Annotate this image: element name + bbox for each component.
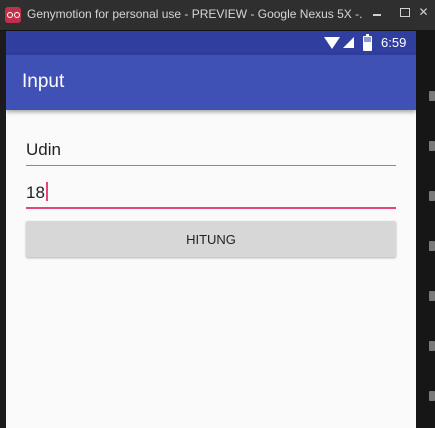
- toolbar-icon[interactable]: [429, 191, 435, 201]
- minimize-button[interactable]: [366, 1, 388, 23]
- close-button[interactable]: ✕: [412, 1, 435, 23]
- status-time: 6:59: [381, 35, 407, 50]
- emulator-side-toolbar: [416, 31, 435, 428]
- age-field-value: 18: [26, 183, 45, 202]
- genymotion-icon: [5, 7, 21, 23]
- device-screen: 6:59 Input Udin 18 HITUNG: [6, 31, 416, 428]
- maximize-icon: [400, 7, 410, 17]
- status-bar: 6:59: [6, 31, 416, 55]
- hitung-button-label: HITUNG: [186, 231, 236, 247]
- toolbar-icon[interactable]: [429, 91, 435, 101]
- wifi-icon: [324, 37, 340, 49]
- window-title: Genymotion for personal use - PREVIEW - …: [27, 7, 362, 21]
- window-title-bar: Genymotion for personal use - PREVIEW - …: [0, 0, 435, 31]
- hitung-button[interactable]: HITUNG: [26, 221, 396, 257]
- signal-icon: [343, 37, 354, 48]
- minimize-icon: [373, 13, 381, 16]
- age-field-value-wrap: 18: [26, 182, 48, 203]
- toolbar-icon[interactable]: [429, 391, 435, 401]
- app-bar: Input: [6, 55, 416, 110]
- page-title: Input: [22, 71, 65, 92]
- text-cursor: [45, 182, 48, 201]
- name-field[interactable]: Udin: [26, 137, 396, 166]
- toolbar-icon[interactable]: [429, 141, 435, 151]
- battery-icon: [363, 34, 372, 51]
- close-icon: ✕: [418, 5, 429, 19]
- toolbar-icon[interactable]: [429, 341, 435, 351]
- age-field[interactable]: 18: [26, 179, 396, 209]
- toolbar-icon[interactable]: [429, 241, 435, 251]
- toolbar-icon[interactable]: [429, 291, 435, 301]
- name-field-value: Udin: [26, 140, 61, 159]
